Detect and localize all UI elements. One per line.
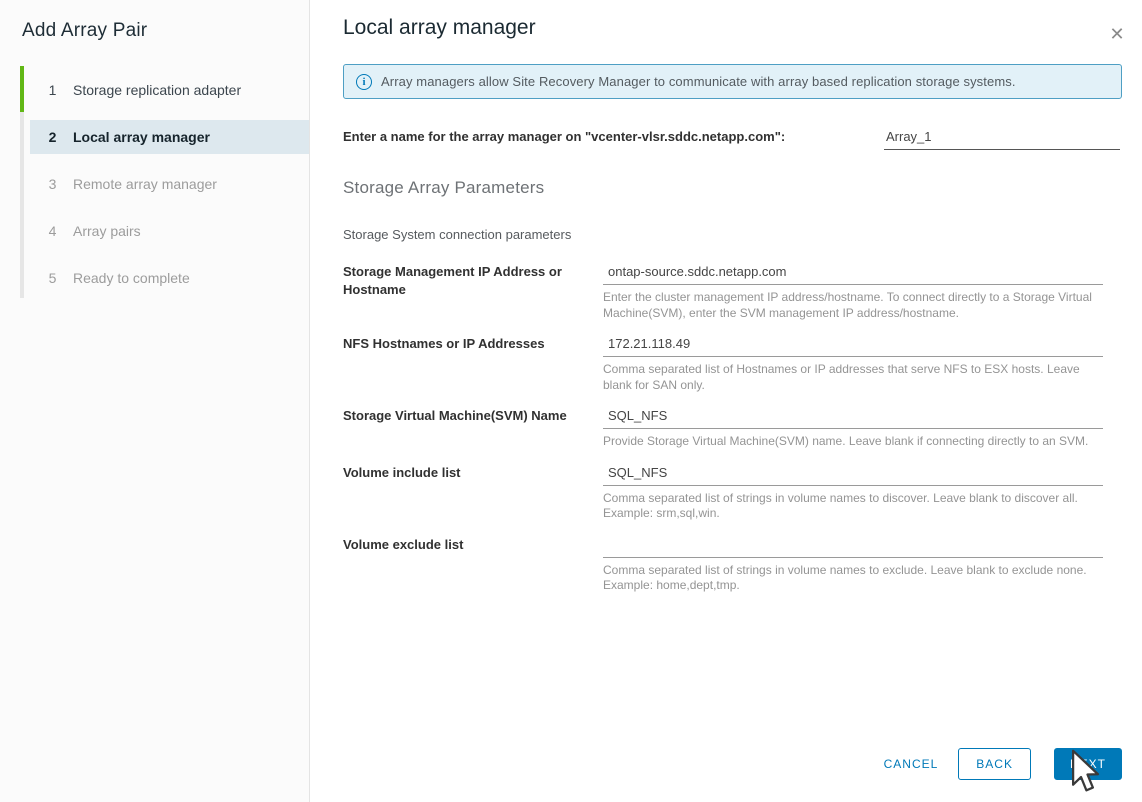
wizard-title: Add Array Pair <box>22 20 148 41</box>
step-label: Array pairs <box>73 222 141 239</box>
connection-parameters-label: Storage System connection parameters <box>343 227 572 242</box>
step-local-array-manager[interactable]: 2 Local array manager <box>30 119 309 154</box>
storage-parameter-fields: Storage Management IP Address or Hostnam… <box>343 263 1122 594</box>
field-help-text: Comma separated list of Hostnames or IP … <box>603 362 1080 392</box>
field-label: Volume include list <box>343 464 461 480</box>
step-number: 3 <box>48 175 57 192</box>
wizard-steps: 1 Storage replication adapter 2 Local ar… <box>20 66 309 301</box>
step-label: Storage replication adapter <box>73 81 242 98</box>
array-manager-name-input[interactable] <box>884 128 1120 150</box>
field-help-text: Comma separated list of strings in volum… <box>603 562 1087 593</box>
field-help-text: Comma separated list of strings in volum… <box>603 490 1078 521</box>
field-label: Volume exclude list <box>343 536 464 552</box>
info-banner: i Array managers allow Site Recovery Man… <box>343 64 1122 99</box>
field-label: NFS Hostnames or IP Addresses <box>343 336 545 351</box>
info-banner-text: Array managers allow Site Recovery Manag… <box>381 74 1016 89</box>
info-icon: i <box>356 73 372 90</box>
step-label: Local array manager <box>73 128 210 145</box>
field-nfs-hostnames: NFS Hostnames or IP Addresses Comma sepa… <box>343 335 1122 393</box>
field-label: Storage Management IP Address or Hostnam… <box>343 264 562 297</box>
nfs-hostnames-input[interactable] <box>603 335 1103 357</box>
volume-include-list-input[interactable] <box>603 463 1103 486</box>
cancel-button[interactable]: CANCEL <box>884 748 939 780</box>
page-title: Local array manager <box>343 16 536 39</box>
step-ready-to-complete[interactable]: 5 Ready to complete <box>30 254 309 301</box>
close-icon[interactable]: ✕ <box>1104 22 1130 48</box>
field-volume-include-list: Volume include list Comma separated list… <box>343 463 1122 522</box>
step-array-pairs[interactable]: 4 Array pairs <box>30 207 309 254</box>
steps-track-done-segment <box>20 66 24 112</box>
field-volume-exclude-list: Volume exclude list Comma separated list… <box>343 535 1122 594</box>
field-help-text: Enter the cluster management IP address/… <box>603 290 1092 320</box>
wizard-footer: CANCEL BACK NEXT <box>884 748 1122 780</box>
step-label: Remote array manager <box>73 175 217 192</box>
array-manager-name-row: Enter a name for the array manager on "v… <box>343 128 1122 150</box>
array-manager-name-label: Enter a name for the array manager on "v… <box>343 129 786 144</box>
back-button[interactable]: BACK <box>958 748 1031 780</box>
field-storage-management-ip: Storage Management IP Address or Hostnam… <box>343 263 1122 321</box>
step-storage-replication-adapter[interactable]: 1 Storage replication adapter <box>30 66 309 113</box>
svm-name-input[interactable] <box>603 407 1103 429</box>
step-remote-array-manager[interactable]: 3 Remote array manager <box>30 160 309 207</box>
volume-exclude-list-input[interactable] <box>603 535 1103 558</box>
step-number: 5 <box>48 269 57 286</box>
wizard-content: Local array manager ✕ i Array managers a… <box>311 0 1142 802</box>
next-button[interactable]: NEXT <box>1053 748 1122 780</box>
section-heading: Storage Array Parameters <box>343 178 545 197</box>
field-label: Storage Virtual Machine(SVM) Name <box>343 408 567 423</box>
field-help-text: Provide Storage Virtual Machine(SVM) nam… <box>603 434 1089 448</box>
step-number: 2 <box>48 128 57 145</box>
step-number: 4 <box>48 222 57 239</box>
field-svm-name: Storage Virtual Machine(SVM) Name Provid… <box>343 407 1122 450</box>
step-label: Ready to complete <box>73 269 190 286</box>
add-array-pair-dialog: { "wizard": { "title": "Add Array Pair",… <box>0 0 1142 802</box>
step-number: 1 <box>48 81 57 98</box>
wizard-sidebar: Add Array Pair 1 Storage replication ada… <box>0 0 310 802</box>
storage-management-ip-input[interactable] <box>603 263 1103 285</box>
